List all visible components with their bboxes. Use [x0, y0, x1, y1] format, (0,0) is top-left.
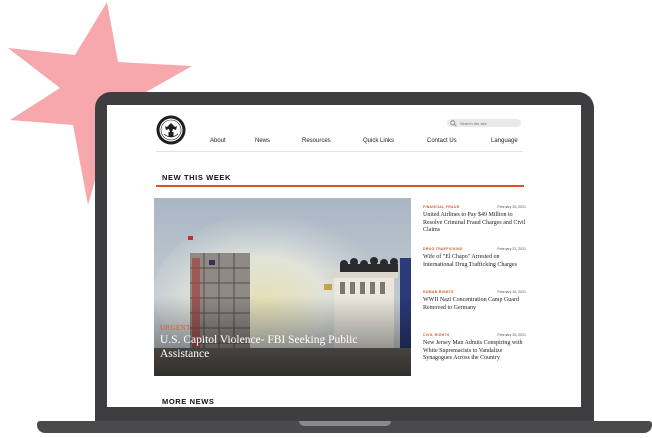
- search-input[interactable]: [457, 120, 516, 126]
- news-date: February 22, 2021: [497, 247, 526, 251]
- nav-item-language[interactable]: Language: [491, 138, 518, 144]
- laptop-screen: About News Resources Quick Links Contact…: [107, 105, 581, 407]
- news-category: CIVIL RIGHTS: [423, 333, 450, 337]
- nav-item-quick-links[interactable]: Quick Links: [363, 138, 394, 144]
- news-item[interactable]: HUMAN RIGHTS February 26, 2021 WWII Nazi…: [423, 290, 526, 318]
- news-title[interactable]: Wife of "El Chapo" Arrested on Internati…: [423, 254, 526, 269]
- laptop-notch: [299, 421, 391, 426]
- news-date: February 26, 2021: [497, 290, 526, 294]
- news-category: FINANCIAL FRAUD: [423, 205, 460, 209]
- nav-item-news[interactable]: News: [255, 138, 270, 144]
- nav-item-contact-us[interactable]: Contact Us: [427, 138, 457, 144]
- news-date: February 26, 2021: [497, 333, 526, 337]
- department-seal-logo[interactable]: [156, 115, 186, 145]
- more-news-title: MORE NEWS: [162, 397, 215, 406]
- laptop-base: [37, 421, 652, 438]
- section-title: NEW THIS WEEK: [162, 173, 232, 182]
- news-title[interactable]: New Jersey Man Admits Conspiring with Wh…: [423, 340, 526, 363]
- news-item[interactable]: CIVIL RIGHTS February 26, 2021 New Jerse…: [423, 333, 526, 373]
- news-category: HUMAN RIGHTS: [423, 290, 454, 294]
- nav-item-resources[interactable]: Resources: [302, 138, 331, 144]
- search-bar[interactable]: [447, 119, 521, 127]
- news-title[interactable]: WWII Nazi Concentration Camp Guard Remov…: [423, 297, 526, 312]
- hero-headline[interactable]: U.S. Capitol Violence- FBI Seeking Publi…: [160, 334, 400, 361]
- nav-divider: [156, 151, 523, 152]
- hero-tag: URGENT: [160, 324, 191, 332]
- news-item[interactable]: FINANCIAL FRAUD February 26, 2021 United…: [423, 205, 526, 239]
- news-date: February 26, 2021: [497, 205, 526, 209]
- hero-story[interactable]: URGENT U.S. Capitol Violence- FBI Seekin…: [154, 198, 411, 376]
- news-category: DRUG TRAFFICKING: [423, 247, 463, 251]
- section-divider: [156, 185, 524, 187]
- nav-item-about[interactable]: About: [210, 138, 226, 144]
- search-icon: [450, 119, 457, 127]
- news-item[interactable]: DRUG TRAFFICKING February 22, 2021 Wife …: [423, 247, 526, 281]
- main-navigation: About News Resources Quick Links Contact…: [202, 138, 522, 148]
- news-title[interactable]: United Airlines to Pay $49 Million to Re…: [423, 212, 526, 235]
